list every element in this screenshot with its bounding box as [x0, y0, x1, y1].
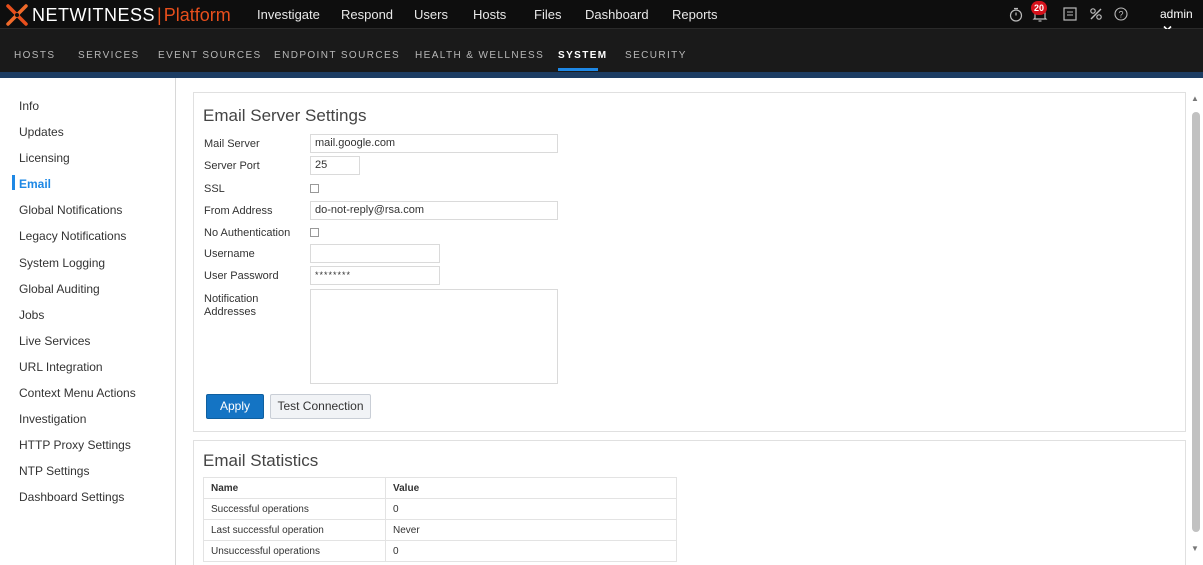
sidebar-item-global-auditing[interactable]: Global Auditing	[19, 282, 100, 296]
sidebar-item-system-logging[interactable]: System Logging	[19, 256, 105, 270]
brand-name: NETWITNESS	[32, 4, 156, 25]
email-server-settings-panel: Email Server Settings Mail Server mail.g…	[193, 92, 1186, 432]
stat-value: 0	[385, 540, 677, 562]
header-divider	[0, 72, 1203, 78]
mail-server-input[interactable]: mail.google.com	[310, 134, 558, 153]
help-icon[interactable]: ?	[1114, 7, 1128, 26]
stat-value: Never	[385, 519, 677, 541]
stat-name: Unsuccessful operations	[203, 540, 386, 562]
email-statistics-title: Email Statistics	[203, 451, 319, 470]
timer-icon[interactable]	[1009, 7, 1023, 27]
notification-addresses-label-line2: Addresses	[204, 306, 256, 318]
vertical-scrollbar[interactable]: ▲ ▼	[1188, 92, 1203, 565]
notification-count-badge[interactable]: 20	[1031, 1, 1047, 15]
email-statistics-table: Name Value Successful operations 0 Last …	[203, 477, 677, 562]
sidebar-item-info[interactable]: Info	[19, 99, 39, 113]
scrollbar-thumb[interactable]	[1192, 112, 1200, 532]
brand-platform: Platform	[163, 4, 231, 25]
sidebar-item-live-services[interactable]: Live Services	[19, 334, 90, 348]
stat-name: Last successful operation	[203, 519, 386, 541]
column-header-value: Value	[385, 477, 677, 499]
nav-hosts[interactable]: Hosts	[473, 7, 506, 22]
apply-button[interactable]: Apply	[206, 394, 264, 419]
notification-addresses-textarea[interactable]	[310, 289, 558, 384]
table-row: Successful operations 0	[203, 498, 677, 520]
stat-value: 0	[385, 498, 677, 520]
no-authentication-checkbox[interactable]	[310, 228, 319, 237]
sidebar-item-ntp-settings[interactable]: NTP Settings	[19, 464, 89, 478]
ssl-checkbox[interactable]	[310, 184, 319, 193]
test-connection-button[interactable]: Test Connection	[270, 394, 371, 419]
subnav-services[interactable]: SERVICES	[78, 50, 140, 61]
stat-name: Successful operations	[203, 498, 386, 520]
nav-investigate[interactable]: Investigate	[257, 7, 320, 22]
sidebar-item-updates[interactable]: Updates	[19, 125, 64, 139]
username-label: Username	[204, 248, 255, 260]
sidebar-item-global-notifications[interactable]: Global Notifications	[19, 203, 122, 217]
nav-dashboard[interactable]: Dashboard	[585, 7, 649, 22]
subnav-event-sources[interactable]: EVENT SOURCES	[158, 50, 262, 61]
server-port-label: Server Port	[204, 160, 260, 172]
netwitness-logo-icon	[6, 4, 28, 26]
sidebar-item-legacy-notifications[interactable]: Legacy Notifications	[19, 229, 126, 243]
subnav-hosts[interactable]: HOSTS	[14, 50, 55, 61]
ssl-label: SSL	[204, 183, 225, 195]
active-item-marker	[12, 175, 15, 190]
from-address-label: From Address	[204, 205, 273, 217]
email-settings-title: Email Server Settings	[203, 106, 367, 125]
from-address-input[interactable]: do-not-reply@rsa.com	[310, 201, 558, 220]
subnav-security[interactable]: SECURITY	[625, 50, 687, 61]
table-row: Last successful operation Never	[203, 519, 677, 541]
nav-users[interactable]: Users	[414, 7, 448, 22]
scroll-down-icon[interactable]: ▼	[1191, 544, 1199, 553]
sub-nav-background	[0, 29, 1203, 45]
user-password-input[interactable]: ********	[310, 266, 440, 285]
tools-icon[interactable]	[1089, 7, 1103, 26]
sidebar-item-dashboard-settings[interactable]: Dashboard Settings	[19, 490, 124, 504]
notification-addresses-label-line1: Notification	[204, 293, 259, 305]
table-row: Unsuccessful operations 0	[203, 540, 677, 562]
subnav-endpoint-sources[interactable]: ENDPOINT SOURCES	[274, 50, 400, 61]
sidebar-item-email[interactable]: Email	[19, 177, 51, 191]
sidebar-item-http-proxy-settings[interactable]: HTTP Proxy Settings	[19, 438, 131, 452]
scroll-up-icon[interactable]: ▲	[1191, 94, 1199, 103]
mail-server-label: Mail Server	[204, 138, 260, 150]
email-statistics-panel: Email Statistics Name Value Successful o…	[193, 440, 1186, 565]
table-header-row: Name Value	[203, 477, 677, 499]
nav-files[interactable]: Files	[534, 7, 561, 22]
no-authentication-label: No Authentication	[204, 227, 291, 239]
user-password-label: User Password	[204, 270, 279, 282]
subnav-system[interactable]: SYSTEM	[558, 50, 608, 61]
active-tab-indicator	[558, 68, 598, 71]
sidebar-item-jobs[interactable]: Jobs	[19, 308, 44, 322]
tasks-icon[interactable]	[1063, 7, 1077, 26]
sidebar-item-url-integration[interactable]: URL Integration	[19, 360, 103, 374]
sidebar-item-investigation[interactable]: Investigation	[19, 412, 86, 426]
brand-logo[interactable]: NETWITNESS | Platform	[6, 4, 231, 26]
column-header-name: Name	[203, 477, 386, 499]
user-name: admin	[1160, 7, 1193, 21]
username-input[interactable]	[310, 244, 440, 263]
top-nav-bar: NETWITNESS | Platform Investigate Respon…	[0, 0, 1203, 32]
brand-separator: |	[157, 4, 162, 25]
sidebar-item-context-menu-actions[interactable]: Context Menu Actions	[19, 386, 136, 400]
subnav-health-wellness[interactable]: HEALTH & WELLNESS	[415, 50, 544, 61]
sidebar-item-licensing[interactable]: Licensing	[19, 151, 70, 165]
nav-reports[interactable]: Reports	[672, 7, 718, 22]
svg-text:?: ?	[1118, 10, 1123, 20]
server-port-input[interactable]: 25	[310, 156, 360, 175]
nav-respond[interactable]: Respond	[341, 7, 393, 22]
